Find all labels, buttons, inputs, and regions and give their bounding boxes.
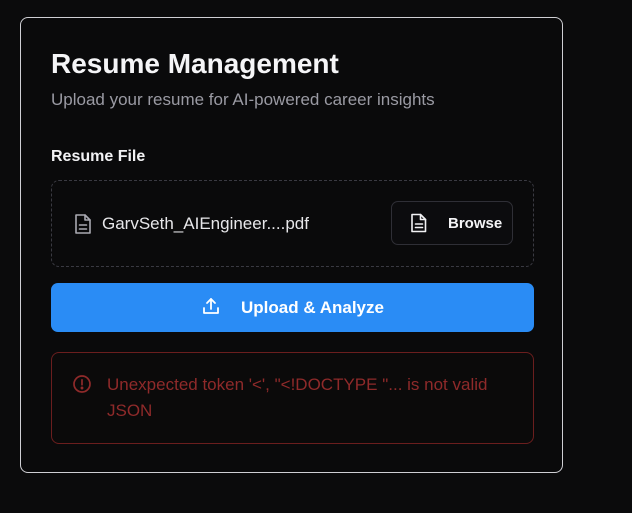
card-title: Resume Management (51, 48, 339, 79)
card-subtitle: Upload your resume for AI-powered career… (51, 90, 435, 109)
upload-analyze-button[interactable]: Upload & Analyze (51, 283, 534, 332)
file-text-icon (411, 213, 427, 233)
selected-file-name: GarvSeth_AIEngineer....pdf (102, 214, 309, 233)
file-dropzone[interactable]: GarvSeth_AIEngineer....pdf Browse (51, 180, 534, 267)
upload-icon (203, 298, 219, 314)
alert-circle-icon (73, 375, 91, 393)
resume-management-card: Resume Management Upload your resume for… (20, 17, 563, 473)
browse-button[interactable]: Browse (391, 201, 513, 245)
resume-file-label: Resume File (51, 148, 146, 165)
error-alert: Unexpected token '<', "<!DOCTYPE "... is… (51, 352, 534, 444)
error-message: Unexpected token '<', "<!DOCTYPE "... is… (107, 375, 488, 420)
upload-analyze-label: Upload & Analyze (241, 298, 384, 317)
browse-button-label: Browse (448, 215, 503, 232)
file-text-icon (75, 214, 91, 234)
